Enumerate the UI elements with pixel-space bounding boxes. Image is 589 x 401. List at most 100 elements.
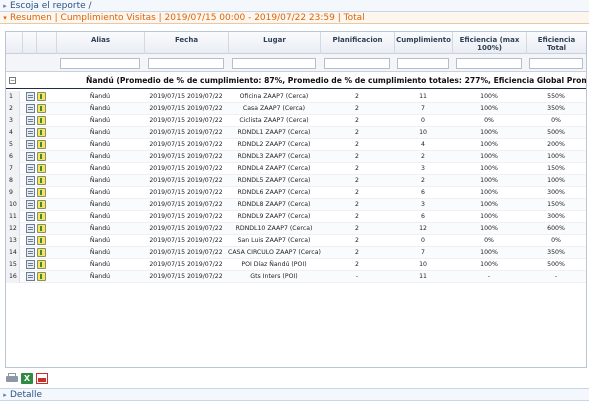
document-icon[interactable] — [26, 260, 35, 269]
lightbulb-icon[interactable] — [37, 260, 46, 269]
report-chooser-bar[interactable]: ▸ Escoja el reporte / — [0, 0, 589, 12]
table-row[interactable]: 5 Ñandú 2019/07/15 2019/07/22 RDNDL2 ZAAP7 … — [6, 139, 586, 151]
cell-cumplimiento: 6 — [421, 189, 425, 196]
cell-lugar: Oficina ZAAP7 (Cerca) — [239, 93, 309, 100]
lightbulb-icon[interactable] — [37, 176, 46, 185]
table-row[interactable]: 7 Ñandú 2019/07/15 2019/07/22 RDNDL4 ZAAP7 … — [6, 163, 586, 175]
document-icon[interactable] — [26, 212, 35, 221]
group-collapse-toggle[interactable]: − — [9, 77, 16, 84]
cell-fecha: 2019/07/15 2019/07/22 — [149, 249, 223, 256]
cell-planificacion: 2 — [355, 177, 359, 184]
lightbulb-icon[interactable] — [37, 104, 46, 113]
cell-fecha: 2019/07/15 2019/07/22 — [149, 153, 223, 160]
lightbulb-icon[interactable] — [37, 248, 46, 257]
cell-lugar: RDNDL2 ZAAP7 (Cerca) — [237, 141, 311, 148]
table-row[interactable]: 8 Ñandú 2019/07/15 2019/07/22 RDNDL5 ZAAP7 … — [6, 175, 586, 187]
filter-lugar-input[interactable] — [232, 58, 316, 69]
table-row[interactable]: 14 Ñandú 2019/07/15 2019/07/22 CASA CIRCULO… — [6, 247, 586, 259]
summary-section-bar[interactable]: ▾ Resumen | Cumplimiento Visitas | 2019/… — [0, 12, 589, 24]
table-row[interactable]: 1 Ñandú 2019/07/15 2019/07/22 Oficina ZAAP7… — [6, 91, 586, 103]
cell-planificacion: 2 — [355, 225, 359, 232]
cell-cumplimiento: 10 — [419, 129, 427, 136]
header-eficiencia-total[interactable]: Eficiencia Total — [526, 32, 586, 54]
document-icon[interactable] — [26, 140, 35, 149]
excel-icon[interactable]: X — [21, 373, 33, 384]
cell-eficiencia-total: 350% — [547, 105, 565, 112]
cell-cumplimiento: 2 — [421, 153, 425, 160]
row-number: 15 — [6, 259, 20, 271]
document-icon[interactable] — [26, 272, 35, 281]
cell-planificacion: 2 — [355, 141, 359, 148]
table-row[interactable]: 16 Ñandú 2019/07/15 2019/07/22 Gts Inters (… — [6, 271, 586, 283]
lightbulb-icon[interactable] — [37, 92, 46, 101]
table-row[interactable]: 10 Ñandú 2019/07/15 2019/07/22 RDNDL8 ZAAP7… — [6, 199, 586, 211]
header-cumplimiento[interactable]: Cumplimiento — [394, 32, 452, 54]
filter-fecha-input[interactable] — [148, 58, 224, 69]
table-row[interactable]: 6 Ñandú 2019/07/15 2019/07/22 RDNDL3 ZAAP7 … — [6, 151, 586, 163]
cell-alias: Ñandú — [89, 237, 111, 244]
cell-eficiencia: 100% — [480, 93, 498, 100]
cell-alias: Ñandú — [89, 261, 111, 268]
cell-lugar: RDNDL10 ZAAP7 (Cerca) — [235, 225, 313, 232]
cell-cumplimiento: 11 — [419, 273, 427, 280]
lightbulb-icon[interactable] — [37, 116, 46, 125]
document-icon[interactable] — [26, 224, 35, 233]
cell-alias: Ñandú — [89, 177, 111, 184]
cell-cumplimiento: 11 — [419, 93, 427, 100]
document-icon[interactable] — [26, 116, 35, 125]
lightbulb-icon[interactable] — [37, 152, 46, 161]
table-row[interactable]: 3 Ñandú 2019/07/15 2019/07/22 Ciclista ZAAP… — [6, 115, 586, 127]
document-icon[interactable] — [26, 164, 35, 173]
lightbulb-icon[interactable] — [37, 272, 46, 281]
lightbulb-icon[interactable] — [37, 128, 46, 137]
pdf-icon[interactable] — [36, 373, 48, 384]
cell-planificacion: 2 — [355, 189, 359, 196]
document-icon[interactable] — [26, 200, 35, 209]
document-icon[interactable] — [26, 104, 35, 113]
table-row[interactable]: 11 Ñandú 2019/07/15 2019/07/22 RDNDL9 ZAAP7… — [6, 211, 586, 223]
document-icon[interactable] — [26, 236, 35, 245]
header-eficiencia[interactable]: Eficiencia (max 100%) — [452, 32, 526, 54]
cell-planificacion: 2 — [355, 165, 359, 172]
cell-alias: Ñandú — [89, 165, 111, 172]
header-fecha[interactable]: Fecha — [144, 32, 228, 54]
print-icon[interactable] — [6, 373, 18, 384]
document-icon[interactable] — [26, 188, 35, 197]
document-icon[interactable] — [26, 176, 35, 185]
lightbulb-icon[interactable] — [37, 236, 46, 245]
table-row[interactable]: 4 Ñandú 2019/07/15 2019/07/22 RDNDL1 ZAAP7 … — [6, 127, 586, 139]
table-row[interactable]: 15 Ñandú 2019/07/15 2019/07/22 POI Díaz Ñan… — [6, 259, 586, 271]
document-icon[interactable] — [26, 152, 35, 161]
table-row[interactable]: 9 Ñandú 2019/07/15 2019/07/22 RDNDL6 ZAAP7 … — [6, 187, 586, 199]
row-number: 10 — [6, 199, 20, 211]
filter-eficiencia-input[interactable] — [456, 58, 522, 69]
document-icon[interactable] — [26, 248, 35, 257]
filter-cumplimiento-input[interactable] — [397, 58, 449, 69]
lightbulb-icon[interactable] — [37, 140, 46, 149]
header-lugar[interactable]: Lugar — [228, 32, 320, 54]
header-planificacion[interactable]: Planificacion — [320, 32, 394, 54]
header-rownum — [6, 32, 22, 54]
detail-section-bar[interactable]: ▸ Detalle — [0, 388, 589, 401]
summary-section-label: Resumen | Cumplimiento Visitas | 2019/07… — [10, 12, 365, 23]
cell-planificacion: 2 — [355, 153, 359, 160]
table-row[interactable]: 13 Ñandú 2019/07/15 2019/07/22 San Luis ZAA… — [6, 235, 586, 247]
header-alias[interactable]: Alias — [56, 32, 144, 54]
filter-eficiencia-total-input[interactable] — [529, 58, 583, 69]
lightbulb-icon[interactable] — [37, 164, 46, 173]
lightbulb-icon[interactable] — [37, 188, 46, 197]
lightbulb-icon[interactable] — [37, 224, 46, 233]
cell-fecha: 2019/07/15 2019/07/22 — [149, 201, 223, 208]
lightbulb-icon[interactable] — [37, 212, 46, 221]
cell-alias: Ñandú — [89, 129, 111, 136]
filter-alias-input[interactable] — [60, 58, 140, 69]
table-row[interactable]: 12 Ñandú 2019/07/15 2019/07/22 RDNDL10 ZAAP… — [6, 223, 586, 235]
header-icon-col-1 — [22, 32, 36, 54]
table-row[interactable]: 2 Ñandú 2019/07/15 2019/07/22 Casa ZAAP7 (C… — [6, 103, 586, 115]
lightbulb-icon[interactable] — [37, 200, 46, 209]
document-icon[interactable] — [26, 128, 35, 137]
cell-lugar: Ciclista ZAAP7 (Cerca) — [239, 117, 309, 124]
cell-lugar: Gts Inters (POI) — [250, 273, 298, 280]
filter-planificacion-input[interactable] — [324, 58, 390, 69]
document-icon[interactable] — [26, 92, 35, 101]
